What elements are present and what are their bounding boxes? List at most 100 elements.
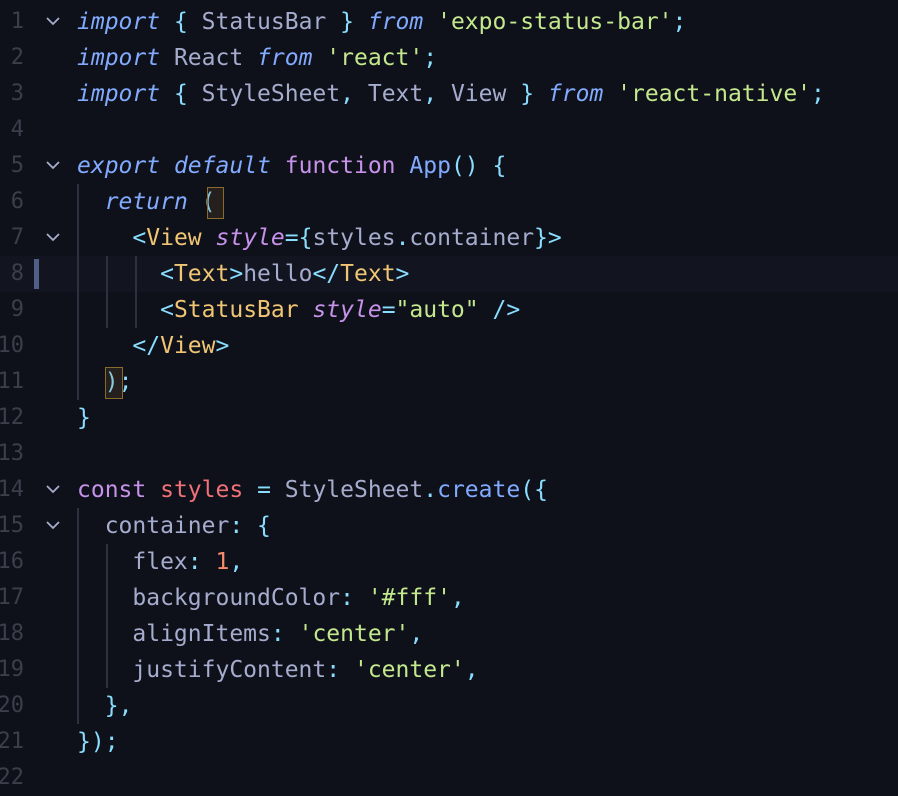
code-token: '#fff'	[367, 585, 451, 611]
code-token: flex	[77, 549, 188, 575]
indent-guide	[135, 256, 137, 328]
code-line[interactable]: 18 alignItems: 'center',	[0, 616, 898, 652]
code-text: <Text>hello</Text>	[77, 256, 409, 292]
chevron-down-icon[interactable]	[46, 160, 60, 172]
line-number: 8	[10, 261, 24, 286]
line-number: 4	[10, 117, 24, 142]
code-token: ,	[450, 585, 465, 611]
code-line[interactable]: 20 },	[0, 688, 898, 724]
code-line[interactable]: 12}	[0, 400, 898, 436]
code-token: from	[257, 45, 313, 71]
code-token: App	[409, 153, 451, 179]
code-token: {	[173, 9, 188, 35]
code-token: backgroundColor	[77, 585, 341, 611]
line-number: 12	[0, 405, 24, 430]
code-line[interactable]: 2 import React from 'react';	[0, 40, 898, 76]
code-text: <View style={styles.container}>	[77, 220, 562, 256]
code-token: {	[534, 477, 548, 503]
chevron-down-icon[interactable]	[46, 520, 60, 532]
code-token: StatusBar	[173, 297, 299, 323]
code-token: React	[160, 45, 258, 71]
code-token: container	[77, 513, 230, 539]
code-token: ;	[423, 45, 438, 71]
code-token: }	[104, 693, 119, 719]
code-token: hello	[243, 261, 313, 287]
code-token: StatusBar	[187, 9, 341, 35]
code-token: <	[132, 225, 147, 251]
code-line[interactable]: 19 justifyContent: 'center',	[0, 652, 898, 688]
code-text: justifyContent: 'center',	[77, 652, 478, 688]
code-token: from	[547, 81, 604, 107]
chevron-down-icon[interactable]	[46, 16, 60, 28]
code-line[interactable]: 14 const styles = StyleSheet.create({	[0, 472, 898, 508]
code-line[interactable]: 11 );	[0, 364, 898, 400]
code-token: </	[312, 261, 341, 287]
code-token: Text	[340, 261, 396, 287]
code-editor[interactable]: 1 import { StatusBar } from 'expo-status-…	[0, 0, 898, 790]
code-token: (	[520, 477, 535, 503]
line-number: 13	[0, 441, 24, 466]
chevron-down-icon[interactable]	[46, 232, 60, 244]
code-line[interactable]: 13	[0, 436, 898, 472]
code-token: style	[312, 297, 382, 323]
code-token: ()	[450, 153, 479, 179]
code-line[interactable]: 17 backgroundColor: '#fff',	[0, 580, 898, 616]
code-token: =	[257, 477, 271, 503]
code-token: style	[215, 225, 285, 251]
code-line[interactable]: 7 <View style={styles.container}>	[0, 220, 898, 256]
code-line[interactable]: 1 import { StatusBar } from 'expo-status-…	[0, 4, 898, 40]
code-token: .	[395, 225, 410, 251]
code-line[interactable]: 6 return (	[0, 184, 898, 220]
code-token: >	[395, 261, 410, 287]
indent-guide	[77, 184, 79, 400]
code-token: ,	[340, 81, 354, 107]
code-token: >	[215, 333, 230, 359]
line-number: 14	[0, 477, 24, 502]
code-token: }	[340, 9, 354, 35]
code-text: }	[77, 400, 91, 436]
code-token: Text	[354, 81, 424, 107]
code-token: >	[229, 261, 244, 287]
code-line[interactable]: 22	[0, 760, 898, 796]
code-text: import { StatusBar } from 'expo-status-b…	[77, 4, 686, 40]
code-line[interactable]: 5 export default function App() {	[0, 148, 898, 184]
code-token: ,	[118, 693, 133, 719]
line-number: 7	[10, 225, 24, 250]
code-token: />	[492, 297, 521, 323]
code-line[interactable]: 15 container: {	[0, 508, 898, 544]
chevron-down-icon[interactable]	[46, 484, 60, 496]
bracket-match-highlight	[105, 367, 123, 399]
code-token: from	[367, 9, 424, 35]
code-text: });	[77, 724, 119, 760]
code-text: </View>	[77, 328, 229, 364]
code-line[interactable]: 10 </View>	[0, 328, 898, 364]
code-line[interactable]: 16 flex: 1,	[0, 544, 898, 580]
active-line-marker	[34, 259, 39, 289]
code-line[interactable]: 21});	[0, 724, 898, 760]
code-token: View	[160, 333, 216, 359]
code-text: alignItems: 'center',	[77, 616, 423, 652]
code-token: ,	[423, 81, 438, 107]
code-line[interactable]: 4	[0, 112, 898, 148]
line-number: 22	[0, 765, 24, 790]
line-number: 15	[0, 513, 24, 538]
code-line[interactable]: 3 import { StyleSheet, Text, View } from …	[0, 76, 898, 112]
code-token: container	[409, 225, 535, 251]
code-token: 'center'	[353, 657, 465, 683]
code-token: >	[547, 225, 562, 251]
code-token: ;	[104, 729, 119, 755]
code-token: import	[77, 81, 161, 107]
line-number: 20	[0, 693, 24, 718]
code-text: backgroundColor: '#fff',	[77, 580, 465, 616]
code-token: {	[492, 153, 507, 179]
code-token: .	[423, 477, 438, 503]
code-token: create	[437, 477, 521, 503]
